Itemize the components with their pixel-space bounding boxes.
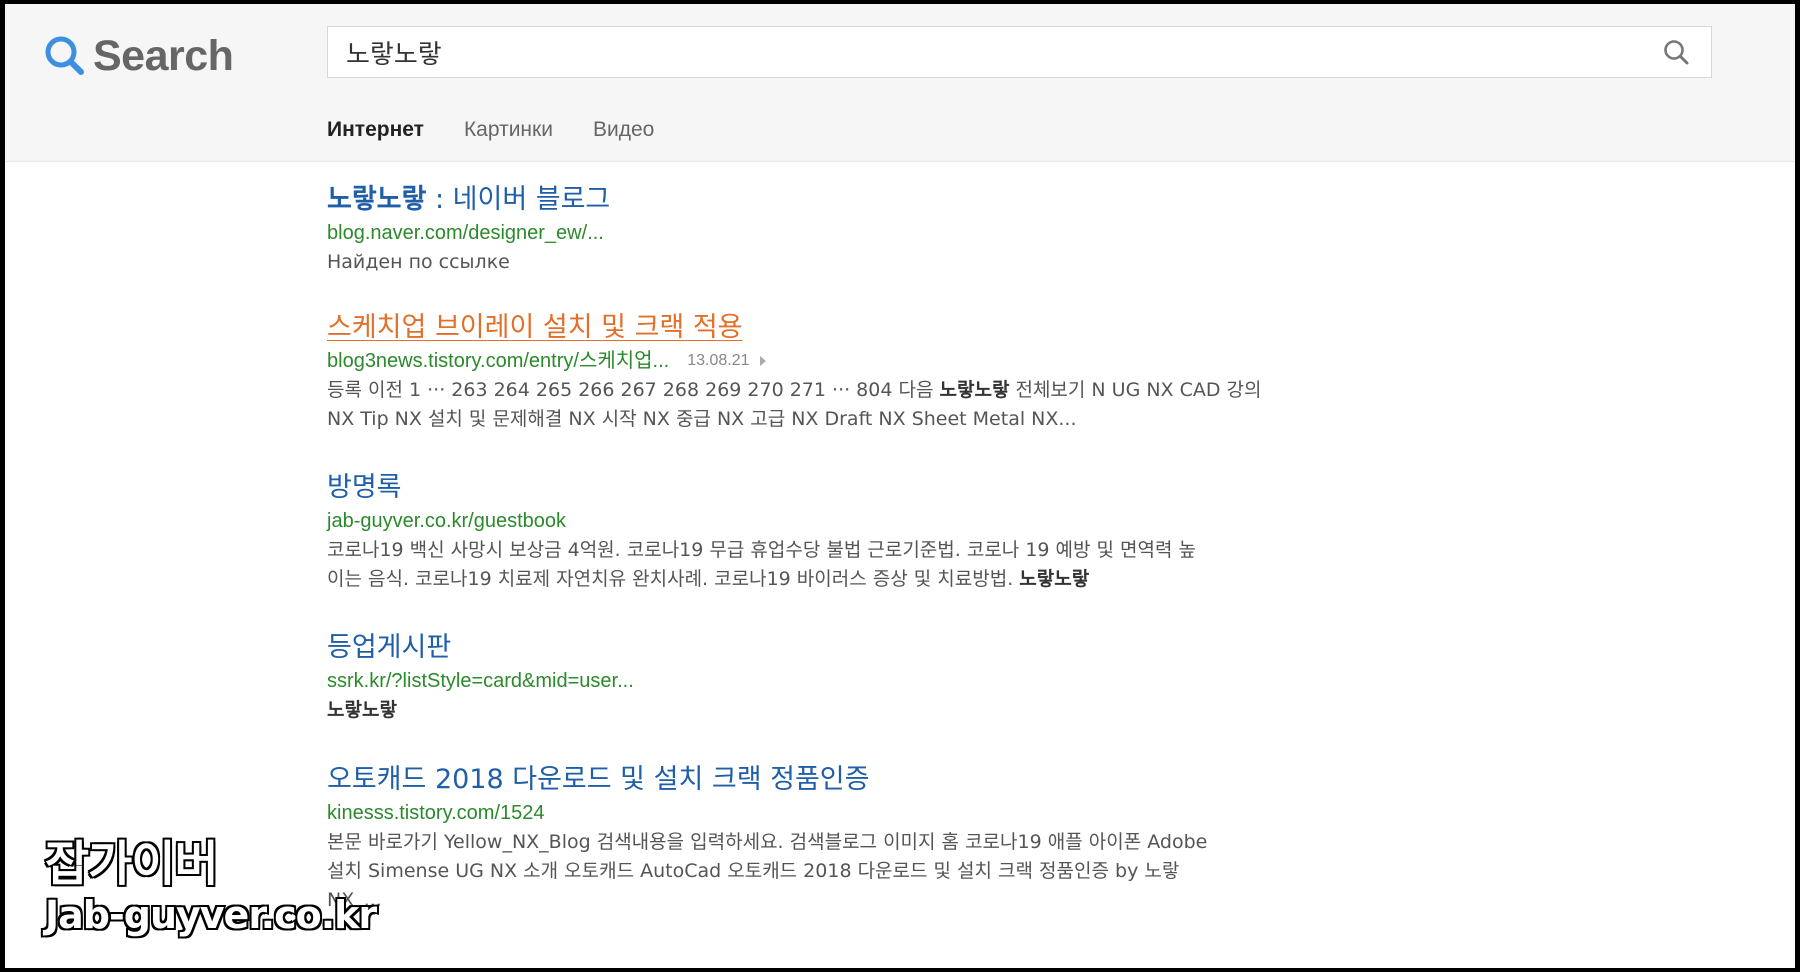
result-snippet: 노랗노랗 [327,696,1377,725]
snippet-highlight: 노랗노랗 [1019,568,1090,590]
watermark-url: Jab-guyver.co.kr [43,892,378,939]
result-url[interactable]: ssrk.kr/?listStyle=card&mid=user... [327,667,634,695]
search-result: 등업게시판 ssrk.kr/?listStyle=card&mid=user..… [327,630,1377,725]
search-result: 스케치업 브이레이 설치 및 크랙 적용 blog3news.tistory.c… [327,310,1377,434]
result-title-link[interactable]: 방명록 [327,470,402,506]
result-snippet: 코로나19 백신 사망시 보상금 4억원. 코로나19 무급 휴업수당 불법 근… [327,536,1377,594]
browser-frame: Search Интернет Картинки Видео 노랗노랗 : 네이… [5,4,1795,968]
snippet-text: 등록 이전 1 ··· 263 264 265 266 267 268 269 … [327,379,940,401]
result-url[interactable]: blog3news.tistory.com/entry/스케치업... [327,347,669,375]
snippet-text: 전체보기 N UG NX CAD 강의 [1009,379,1262,401]
result-date: 13.08.21 [687,352,750,369]
result-title-link[interactable]: 노랗노랗 : 네이버 블로그 [327,182,610,218]
snippet-text: NX Tip NX 설치 및 문제해결 NX 시작 NX 중급 NX 고급 NX… [327,408,1077,430]
result-title-rest: : 네이버 블로그 [426,184,611,215]
magnifier-icon [45,36,84,75]
result-url[interactable]: blog.naver.com/designer_ew/... [327,219,604,247]
result-url-row: kinesss.tistory.com/1524 [327,799,1377,827]
search-tabs: Интернет Картинки Видео [327,118,694,142]
search-result: 오토캐드 2018 다운로드 및 설치 크랙 정품인증 kinesss.tist… [327,762,1377,915]
search-input[interactable] [328,27,1641,77]
snippet-text: 본문 바로가기 Yellow_NX_Blog 검색내용을 입력하세요. 검색블로… [327,831,1208,853]
result-snippet: 본문 바로가기 Yellow_NX_Blog 검색내용을 입력하세요. 검색블로… [327,828,1377,915]
logo[interactable]: Search [43,28,234,84]
snippet-highlight: 노랗노랗 [327,699,397,721]
result-title-bold: 노랗노랗 [327,184,427,215]
search-box [327,26,1712,78]
search-result: 노랗노랗 : 네이버 블로그 blog.naver.com/designer_e… [327,182,1377,277]
tab-internet[interactable]: Интернет [327,118,424,142]
search-result: 방명록 jab-guyver.co.kr/guestbook 코로나19 백신 … [327,470,1377,594]
result-url-row: blog.naver.com/designer_ew/... [327,219,1377,247]
snippet-text: 코로나19 백신 사망시 보상금 4억원. 코로나19 무급 휴업수당 불법 근… [327,539,1197,561]
result-url-row: jab-guyver.co.kr/guestbook [327,507,1377,535]
logo-text: Search [93,31,234,80]
watermark-title: 잡가이버 [43,835,220,894]
result-title-link[interactable]: 스케치업 브이레이 설치 및 크랙 적용 [327,310,743,346]
result-url-row: blog3news.tistory.com/entry/스케치업... 13.0… [327,347,1377,375]
result-snippet: 등록 이전 1 ··· 263 264 265 266 267 268 269 … [327,376,1377,434]
snippet-text: 이는 음식. 코로나19 치료제 자연치유 완치사례. 코로나19 바이러스 증… [327,568,1020,590]
expand-arrow-icon[interactable] [759,356,766,366]
result-title-link[interactable]: 오토캐드 2018 다운로드 및 설치 크랙 정품인증 [327,762,870,798]
snippet-text: 설치 Simense UG NX 소개 오토캐드 AutoCad 오토캐드 20… [327,860,1180,882]
tab-images[interactable]: Картинки [464,118,553,142]
search-header: Search Интернет Картинки Видео [5,4,1795,162]
search-icon [1664,40,1689,65]
search-button[interactable] [1641,27,1711,77]
tab-video[interactable]: Видео [593,118,654,142]
result-title-link[interactable]: 등업게시판 [327,630,451,666]
result-url[interactable]: kinesss.tistory.com/1524 [327,799,545,827]
watermark: 잡가이버 Jab-guyver.co.kr [43,835,378,939]
snippet-highlight: 노랗노랗 [939,379,1010,401]
result-url-row: ssrk.kr/?listStyle=card&mid=user... [327,667,1377,695]
result-url[interactable]: jab-guyver.co.kr/guestbook [327,507,566,535]
result-snippet: Найден по ссылке [327,251,510,273]
